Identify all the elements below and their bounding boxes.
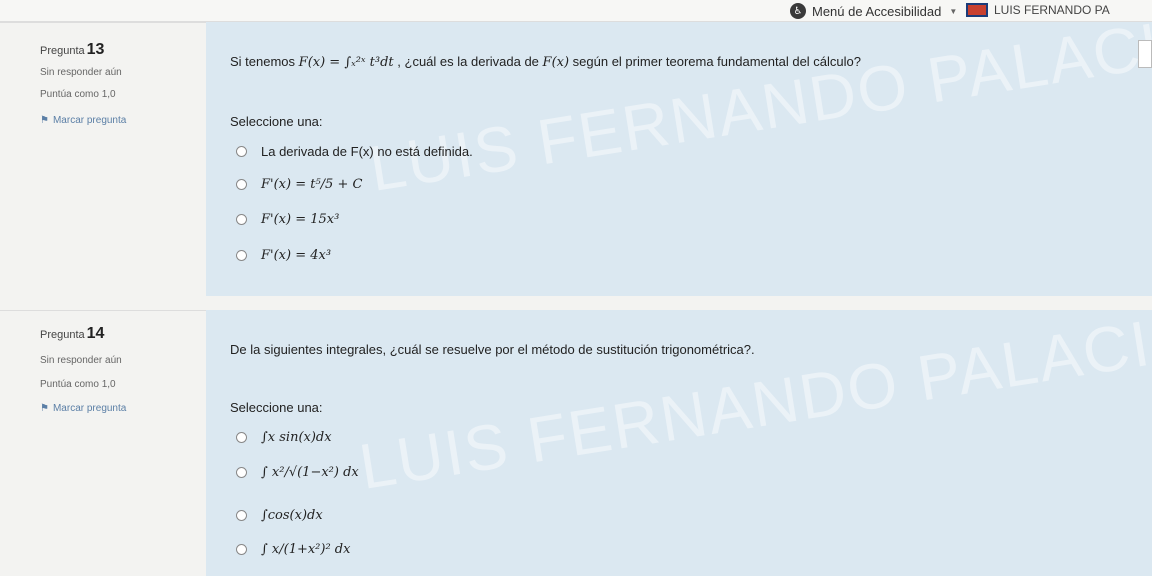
answer-option[interactable]: ∫ x²/√(1−x²) dx	[236, 465, 359, 480]
answer-prompt: Seleccione una:	[230, 400, 323, 415]
question-info: Pregunta 13 Sin responder aún Puntúa como…	[0, 22, 206, 296]
top-bar: ♿ Menú de Accesibilidad ▼ LUIS FERNANDO …	[0, 0, 1152, 22]
user-name: LUIS FERNANDO PA	[994, 3, 1110, 17]
answer-prompt: Seleccione una:	[230, 114, 323, 129]
flag-icon: ⚑	[40, 115, 49, 126]
accessibility-icon: ♿	[790, 3, 806, 19]
question-content: LUIS FERNANDO PALACIOS PALA De la siguie…	[206, 262, 1152, 576]
flag-question-link[interactable]: ⚑ Marcar pregunta	[40, 115, 126, 126]
flag-question-link[interactable]: ⚑ Marcar pregunta	[40, 403, 126, 414]
radio-button[interactable]	[236, 146, 247, 157]
radio-button[interactable]	[236, 179, 247, 190]
question-text: De la siguientes integrales, ¿cuál se re…	[230, 342, 755, 357]
answer-option[interactable]: ∫cos(x)dx	[236, 508, 323, 523]
answer-option[interactable]: La derivada de F(x) no está definida.	[236, 144, 473, 159]
user-flag-icon	[966, 3, 988, 17]
answer-option[interactable]: ∫ x/(1+x²)² dx	[236, 542, 350, 557]
flag-icon: ⚑	[40, 403, 49, 414]
radio-button[interactable]	[236, 467, 247, 478]
radio-button[interactable]	[236, 432, 247, 443]
chevron-down-icon: ▼	[949, 6, 958, 16]
answer-option[interactable]: F'(x) = 4x³	[236, 248, 331, 263]
answer-option[interactable]: F'(x) = 15x³	[236, 212, 339, 227]
answer-option[interactable]: ∫x sin(x)dx	[236, 430, 332, 445]
radio-button[interactable]	[236, 214, 247, 225]
question-status: Sin responder aún	[40, 67, 122, 78]
question-info: Pregunta 14 Sin responder aún Puntúa como…	[0, 310, 206, 576]
question-14: Pregunta 14 Sin responder aún Puntúa como…	[0, 262, 1152, 576]
radio-button[interactable]	[236, 510, 247, 521]
accessibility-label: Menú de Accesibilidad	[812, 3, 942, 19]
accessibility-menu[interactable]: ♿ Menú de Accesibilidad ▼	[790, 3, 957, 19]
radio-button[interactable]	[236, 544, 247, 555]
divider	[0, 296, 1152, 310]
user-menu[interactable]: LUIS FERNANDO PA	[966, 3, 1110, 17]
question-number: Pregunta 13	[40, 41, 105, 58]
question-text: Si tenemos F(x) = ∫ₓ²ˣ t³dt , ¿cuál es l…	[230, 54, 862, 70]
question-score: Puntúa como 1,0	[40, 379, 116, 390]
answer-option[interactable]: F'(x) = t⁵/5 + C	[236, 177, 362, 192]
radio-button[interactable]	[236, 250, 247, 261]
question-status: Sin responder aún	[40, 355, 122, 366]
question-number: Pregunta 14	[40, 325, 105, 342]
question-content: LUIS FERNANDO PALACIOS PALA Si tenemos F…	[206, 0, 1152, 296]
question-13: Pregunta 13 Sin responder aún Puntúa como…	[0, 0, 1152, 296]
side-panel-toggle[interactable]	[1138, 40, 1152, 68]
watermark: LUIS FERNANDO PALACIOS PALA	[364, 0, 1152, 206]
question-score: Puntúa como 1,0	[40, 89, 116, 100]
